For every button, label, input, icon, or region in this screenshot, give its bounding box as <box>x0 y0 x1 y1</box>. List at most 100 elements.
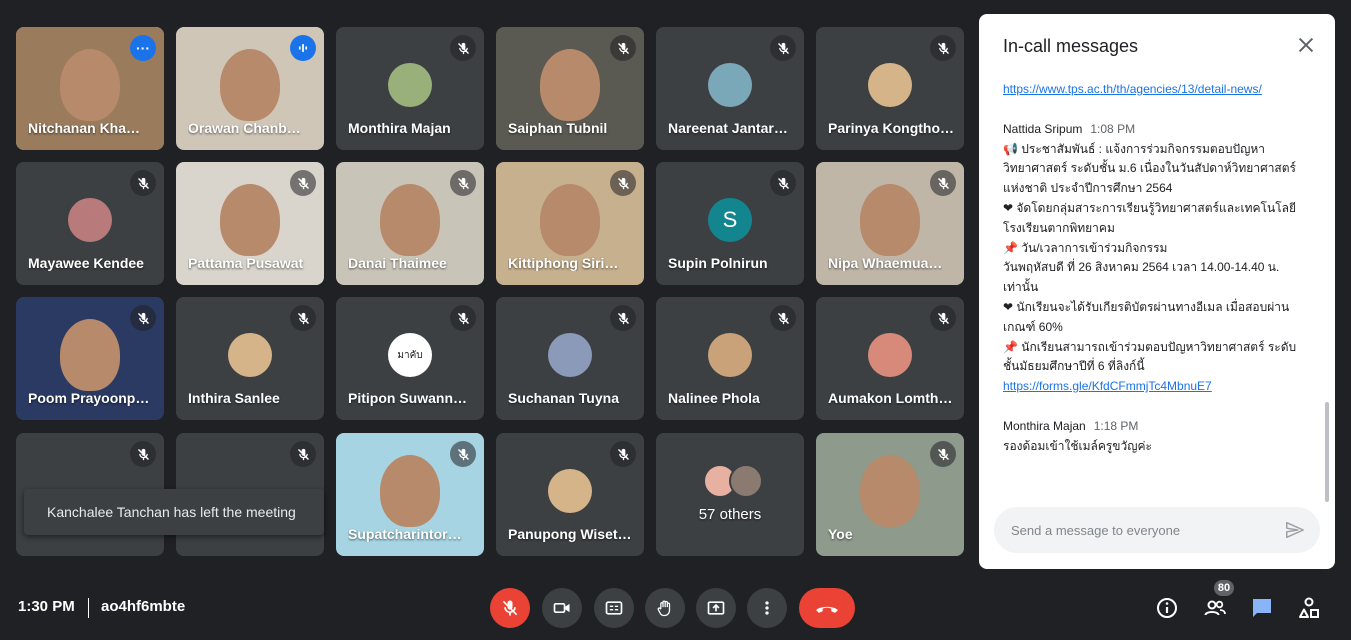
scrollbar[interactable] <box>1325 402 1329 502</box>
participant-name: Mayawee Kendee <box>28 255 144 271</box>
message-list: https://www.tps.ac.th/th/agencies/13/det… <box>1003 80 1303 500</box>
more-options-button[interactable] <box>747 588 787 628</box>
message-time: 1:08 PM <box>1090 121 1136 136</box>
participant-avatar <box>868 63 912 107</box>
participant-tile[interactable]: Orawan Chanb… <box>176 27 324 150</box>
toast-text: Kanchalee Tanchan has left the meeting <box>47 504 296 520</box>
participant-video <box>220 49 280 121</box>
clock: 1:30 PM <box>18 598 75 615</box>
participant-tile[interactable]: Nalinee Phola <box>656 297 804 420</box>
participant-tile[interactable]: Danai Thaimee <box>336 162 484 285</box>
close-icon[interactable] <box>1295 34 1317 56</box>
participant-video <box>380 184 440 256</box>
participant-tile[interactable]: Mayawee Kendee <box>16 162 164 285</box>
participant-tile[interactable]: มาคับ Pitipon Suwanna… <box>336 297 484 420</box>
participant-avatar <box>388 63 432 107</box>
message-line: ❤ นักเรียนจะได้รับเกียรติบัตรผ่านทางอีเม… <box>1003 299 1290 314</box>
mic-off-icon <box>930 170 956 196</box>
meeting-code: ao4hf6mbte <box>101 598 186 615</box>
leave-call-button[interactable] <box>799 588 855 628</box>
captions-button[interactable] <box>594 588 634 628</box>
hang-up-icon <box>816 606 838 613</box>
mic-toggle-button[interactable] <box>490 588 530 628</box>
participant-name: Yoe <box>828 526 853 542</box>
mic-off-icon <box>770 305 796 331</box>
participant-video <box>60 319 120 391</box>
raise-hand-button[interactable] <box>645 588 685 628</box>
message-line: เกณฑ์ 60% <box>1003 319 1063 334</box>
participant-name: Saiphan Tubnil <box>508 120 608 136</box>
participant-tile[interactable]: ··· Nitchanan Kha… <box>16 27 164 150</box>
participant-tile[interactable]: Panupong Wiset… <box>496 433 644 556</box>
participant-tile[interactable]: Pattama Pusawat <box>176 162 324 285</box>
mic-off-icon <box>450 170 476 196</box>
message-line: วิทยาศาสตร์ ระดับชั้น ม.6 เนื่องในวันสัป… <box>1003 161 1296 176</box>
more-options-icon[interactable]: ··· <box>130 35 156 61</box>
mic-off-icon <box>450 305 476 331</box>
participant-tile[interactable]: Nareenat Jantar… <box>656 27 804 150</box>
message-input[interactable] <box>1009 521 1263 539</box>
participant-tile[interactable]: Suchanan Tuyna <box>496 297 644 420</box>
participant-name: Panupong Wiset… <box>508 526 632 542</box>
people-icon[interactable] <box>1203 596 1227 620</box>
camera-toggle-button[interactable] <box>542 588 582 628</box>
participant-tile[interactable]: Kittiphong Siri… <box>496 162 644 285</box>
message: Monthira Majan 1:18 PM รองด้อมเข้าใช้เมล์… <box>1003 417 1303 457</box>
message: Nattida Sripum 1:08 PM 📢 ประชาสัมพันธ์ : … <box>1003 120 1303 397</box>
toast-notification: Kanchalee Tanchan has left the meeting <box>24 489 324 535</box>
participant-tile[interactable]: Monthira Majan <box>336 27 484 150</box>
participant-tile[interactable]: 57 others <box>656 433 804 556</box>
mic-off-icon <box>290 305 316 331</box>
mic-off-icon <box>610 441 636 467</box>
participant-count-badge: 80 <box>1214 580 1234 596</box>
participant-avatar <box>548 333 592 377</box>
more-vert-icon <box>765 601 769 615</box>
chat-title: In-call messages <box>1003 36 1139 56</box>
send-icon[interactable] <box>1284 519 1306 541</box>
participant-tile[interactable]: Inthira Sanlee <box>176 297 324 420</box>
mic-off-icon <box>770 170 796 196</box>
participant-video <box>540 184 600 256</box>
present-icon <box>707 601 725 615</box>
participant-video <box>380 455 440 527</box>
message-link[interactable]: https://forms.gle/KfdCFmmjTc4MbnuE7 <box>1003 379 1212 393</box>
participant-name: Poom Prayoonp… <box>28 390 150 406</box>
compose-box <box>994 507 1320 553</box>
present-button[interactable] <box>696 588 736 628</box>
participant-avatar <box>548 469 592 513</box>
chat-panel: In-call messages https://www.tps.ac.th/t… <box>979 14 1335 569</box>
participant-avatar <box>868 333 912 377</box>
participant-name: Aumakon Lomth… <box>828 390 953 406</box>
participant-video <box>220 184 280 256</box>
message-line: 📌 วัน/เวลาการเข้าร่วมกิจกรรม <box>1003 240 1168 255</box>
mic-off-icon <box>502 600 518 616</box>
participant-tile[interactable]: Poom Prayoonp… <box>16 297 164 420</box>
message-line: ชั้นมัธยมศึกษาปีที่ 6 ที่ลิงก์นี้ <box>1003 359 1145 374</box>
participant-tile[interactable]: Nipa Whaemua… <box>816 162 964 285</box>
participant-name: Supatcharintor… <box>348 526 462 542</box>
message-line: 📌 นักเรียนสามารถเข้าร่วมตอบปัญหาวิทยาศาส… <box>1003 339 1297 354</box>
participant-avatar: S <box>708 198 752 242</box>
activities-icon[interactable] <box>1297 596 1321 620</box>
message-line: โรงเรียนตากพิทยาคม <box>1003 220 1115 235</box>
mic-off-icon <box>130 170 156 196</box>
others-avatars <box>703 464 763 498</box>
participant-tile[interactable]: Saiphan Tubnil <box>496 27 644 150</box>
participant-avatar: มาคับ <box>388 333 432 377</box>
participant-tile[interactable]: S Supin Polnirun <box>656 162 804 285</box>
participant-tile[interactable]: Yoe <box>816 433 964 556</box>
message-sender: Nattida Sripum <box>1003 121 1083 136</box>
participant-video <box>860 184 920 256</box>
participant-name: Pitipon Suwanna… <box>348 390 474 406</box>
participant-tile[interactable]: Aumakon Lomth… <box>816 297 964 420</box>
mic-off-icon <box>450 441 476 467</box>
mic-off-icon <box>930 441 956 467</box>
participant-video <box>60 49 120 121</box>
hand-icon <box>657 600 671 617</box>
participant-tile[interactable]: Parinya Kongtho… <box>816 27 964 150</box>
message-line: วันพฤหัสบดี ที่ 26 สิงหาคม 2564 เวลา 14.… <box>1003 260 1280 275</box>
chat-icon[interactable] <box>1250 596 1274 620</box>
message-link[interactable]: https://www.tps.ac.th/th/agencies/13/det… <box>1003 82 1262 96</box>
participant-tile[interactable]: Supatcharintor… <box>336 433 484 556</box>
info-icon[interactable] <box>1155 596 1179 620</box>
